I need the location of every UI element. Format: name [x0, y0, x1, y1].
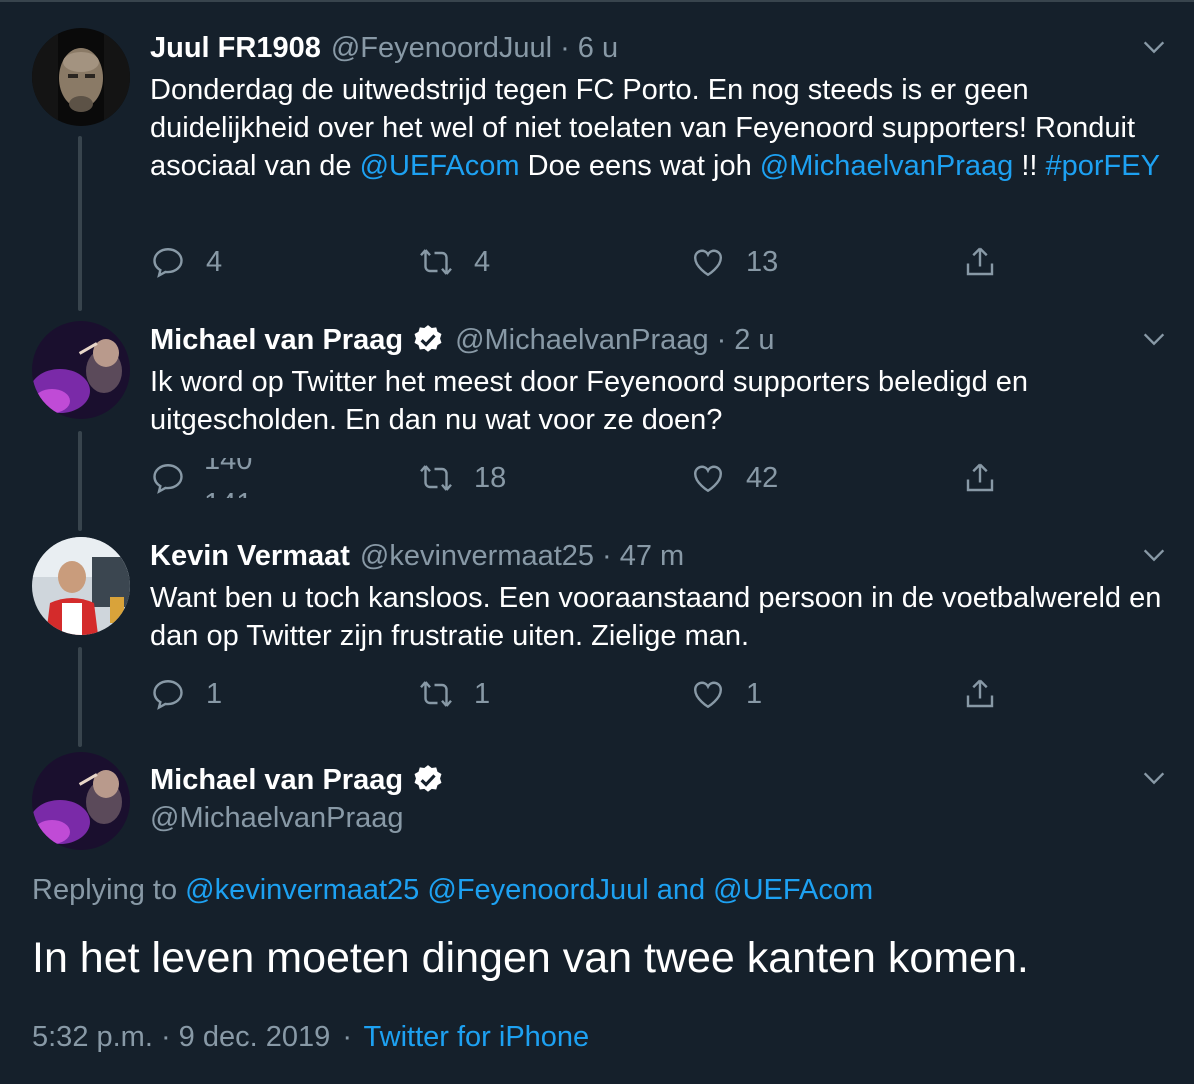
author-name[interactable]: Juul FR1908 [150, 30, 321, 66]
reply-count-animating: 140 141 [204, 458, 264, 498]
tweet-header: Michael van Praag @MichaelvanPraag · 2 u [150, 322, 775, 358]
replying-label: Replying to [32, 874, 178, 906]
reply-button[interactable]: 140 141 [150, 458, 264, 498]
like-icon [694, 681, 722, 709]
retweet-button[interactable]: 18 [418, 458, 506, 498]
separator: · [602, 540, 612, 572]
source-link[interactable]: Twitter for iPhone [364, 1021, 590, 1053]
author-block: Michael van Praag @MichaelvanPraag [150, 762, 445, 836]
thread-line [78, 431, 82, 531]
retweet-icon [420, 681, 452, 707]
tweet-time[interactable]: 47 m [620, 538, 684, 574]
like-icon [694, 465, 722, 493]
share-icon [966, 679, 994, 708]
author-handle[interactable]: @MichaelvanPraag [455, 322, 709, 358]
main-tweet-text: In het leven moeten dingen van twee kant… [32, 934, 1029, 982]
avatar[interactable] [32, 321, 130, 419]
author-handle[interactable]: @FeyenoordJuul [331, 30, 552, 66]
like-count: 42 [746, 461, 779, 494]
share-icon [966, 247, 994, 276]
reply-count-old: 140 [204, 458, 253, 476]
retweet-count: 4 [474, 245, 491, 278]
separator: · [560, 32, 570, 64]
tweet-time[interactable]: 2 u [734, 322, 774, 358]
retweet-icon [420, 465, 452, 491]
retweet-button[interactable]: 1 [418, 674, 490, 714]
tweet-vanpraag-1[interactable]: Michael van Praag @MichaelvanPraag · 2 u… [0, 315, 1194, 531]
tweet-actions: 140 141 18 42 [150, 458, 1030, 498]
author-name-row: Michael van Praag [150, 762, 445, 798]
share-button[interactable] [962, 674, 998, 714]
thread-line [78, 647, 82, 747]
reply-button[interactable]: 1 [150, 674, 222, 714]
tweet-juul[interactable]: Juul FR1908 @FeyenoordJuul · 6 u Donderd… [0, 0, 1194, 315]
mention-link[interactable]: @UEFAcom [713, 874, 873, 906]
thread-line [78, 136, 82, 311]
avatar[interactable] [32, 28, 130, 126]
retweet-count: 1 [474, 677, 491, 710]
author-name[interactable]: Kevin Vermaat [150, 538, 350, 574]
reply-button[interactable]: 4 [150, 242, 222, 282]
like-count: 1 [746, 677, 763, 710]
chevron-down-icon[interactable] [1140, 325, 1168, 353]
author-name[interactable]: Michael van Praag [150, 762, 403, 798]
reply-icon [153, 464, 183, 494]
replying-to: Replying to @kevinvermaat25 @FeyenoordJu… [32, 872, 873, 908]
reply-icon [153, 680, 183, 710]
reply-count: 1 [206, 677, 223, 710]
separator: · [716, 324, 727, 356]
retweet-count: 18 [474, 461, 507, 494]
reply-icon [153, 248, 183, 278]
tweet-meta: 5:32 p.m. · 9 dec. 2019 · Twitter for iP… [32, 1019, 589, 1055]
verified-badge-icon [414, 325, 442, 352]
chevron-down-icon[interactable] [1140, 764, 1168, 792]
hashtag-link[interactable]: #porFEY [1046, 150, 1160, 182]
like-button[interactable]: 13 [690, 242, 778, 282]
mention-link[interactable]: @kevinvermaat25 [185, 874, 419, 906]
like-count: 13 [746, 245, 779, 278]
mention-link[interactable]: @UEFAcom [360, 150, 520, 182]
tweet-header: Kevin Vermaat @kevinvermaat25 · 47 m [150, 538, 684, 574]
tweet-actions: 4 4 13 [150, 242, 1030, 282]
avatar[interactable] [32, 537, 130, 635]
author-handle[interactable]: @kevinvermaat25 [360, 538, 594, 574]
main-tweet: Michael van Praag @MichaelvanPraag Reply… [0, 748, 1194, 1084]
tweet-text-part: !! [1013, 150, 1046, 182]
like-button[interactable]: 1 [690, 674, 762, 714]
like-button[interactable]: 42 [690, 458, 778, 498]
tweet-kevin[interactable]: Kevin Vermaat @kevinvermaat25 · 47 m Wan… [0, 531, 1194, 748]
tweet-text: Ik word op Twitter het meest door Feyeno… [150, 366, 1029, 436]
avatar[interactable] [32, 752, 130, 850]
tweet-actions: 1 1 1 [150, 674, 1030, 714]
retweet-icon [420, 249, 452, 275]
reply-and: and [656, 874, 706, 906]
chevron-down-icon[interactable] [1140, 541, 1168, 569]
chevron-down-icon[interactable] [1140, 33, 1168, 61]
verified-badge-icon [414, 765, 442, 792]
tweet-text: Donderdag de uitwedstrijd tegen FC Porto… [150, 71, 1170, 185]
reply-count: 4 [206, 245, 223, 278]
reply-count-new: 141 [204, 488, 252, 498]
retweet-button[interactable]: 4 [418, 242, 490, 282]
author-handle[interactable]: @MichaelvanPraag [150, 800, 445, 836]
tweet-header: Juul FR1908 @FeyenoordJuul · 6 u [150, 30, 618, 66]
tweet-text-part: Doe eens wat joh [519, 150, 760, 182]
mention-link[interactable]: @MichaelvanPraag [760, 150, 1014, 182]
author-name[interactable]: Michael van Praag [150, 322, 403, 358]
mention-link[interactable]: @FeyenoordJuul [427, 874, 648, 906]
share-icon [966, 463, 994, 492]
meta-separator: · [342, 1021, 352, 1053]
tweet-time[interactable]: 6 u [578, 30, 618, 66]
timestamp[interactable]: 5:32 p.m. · 9 dec. 2019 [32, 1021, 330, 1053]
share-button[interactable] [962, 242, 998, 282]
share-button[interactable] [962, 458, 998, 498]
tweet-text: Want ben u toch kansloos. Een vooraansta… [150, 582, 1162, 652]
like-icon [694, 249, 722, 277]
